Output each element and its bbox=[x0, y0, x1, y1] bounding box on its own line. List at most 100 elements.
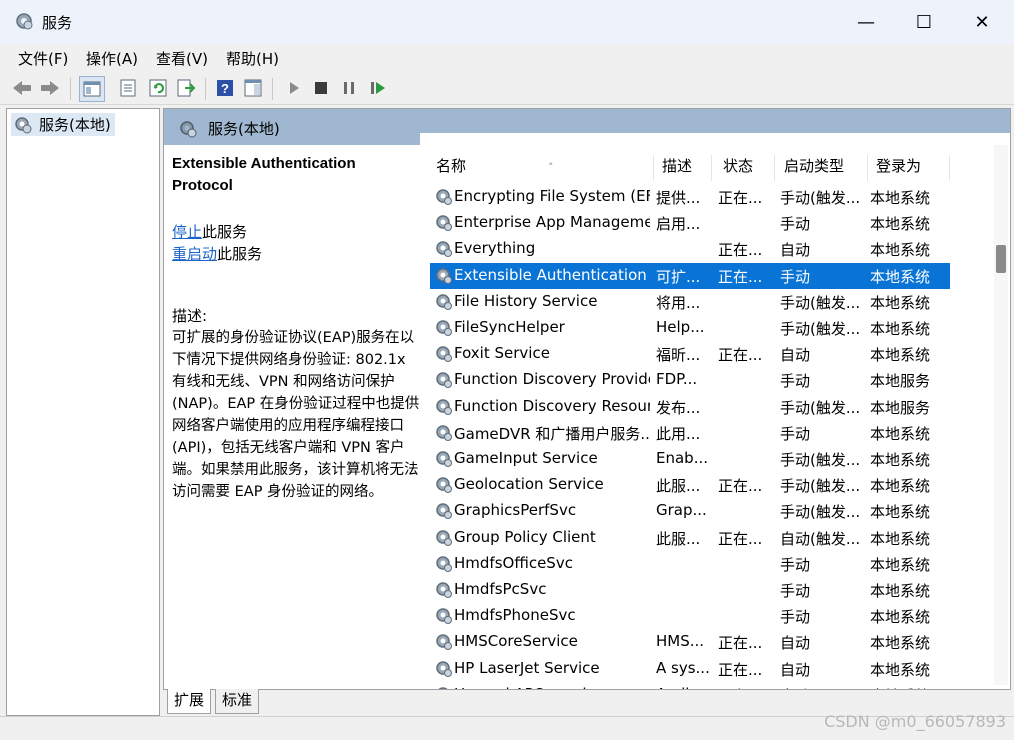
services-rows: Encrypting File System (EFS) 提供... 正在... 手动… bbox=[420, 184, 950, 689]
show-hide-console-tree-icon[interactable] bbox=[79, 76, 105, 102]
service-row[interactable]: Geolocation Service 此服... 正在... 手动(触发... 本地系… bbox=[430, 472, 950, 498]
service-gear-icon bbox=[436, 556, 452, 572]
service-row[interactable]: Encrypting File System (EFS) 提供... 正在... 手动… bbox=[430, 184, 950, 210]
tab-standard[interactable]: 标准 bbox=[215, 689, 260, 714]
service-status-cell: 正在... bbox=[718, 660, 763, 679]
service-row[interactable]: HmdfsPcSvc 手动 本地系统 bbox=[430, 577, 950, 603]
service-row[interactable]: HmdfsOfficeSvc 手动 本地系统 bbox=[430, 551, 950, 577]
toolbar-separator bbox=[205, 78, 206, 100]
menu-bar: 文件(F) 操作(A) 查看(V) 帮助(H) bbox=[0, 44, 1014, 72]
service-desc-cell: 福昕... bbox=[656, 346, 701, 365]
maximize-button[interactable]: ☐ bbox=[895, 0, 953, 44]
stop-service-link[interactable]: 停止 bbox=[172, 223, 202, 241]
service-row[interactable]: Everything 正在... 自动 本地系统 bbox=[430, 236, 950, 262]
menu-action[interactable]: 操作(A) bbox=[86, 48, 138, 69]
service-startup-cell: 手动 bbox=[780, 424, 811, 443]
column-header-description[interactable]: 描述 bbox=[656, 155, 712, 181]
service-logon-cell: 本地系统 bbox=[870, 634, 931, 653]
tab-extended[interactable]: 扩展 bbox=[167, 689, 212, 714]
service-startup-cell: 手动(触发... bbox=[780, 398, 861, 417]
service-logon-cell: 本地系统 bbox=[870, 529, 931, 548]
service-row[interactable]: Function Discovery Resour... 发布... 手动(触发..… bbox=[430, 394, 950, 420]
service-logon-cell: 本地系统 bbox=[870, 215, 931, 234]
scrollbar-thumb[interactable] bbox=[996, 245, 1006, 273]
service-row[interactable]: HP LaserJet Service A sys... 正在... 自动 本地系统 bbox=[430, 656, 950, 682]
properties-icon[interactable] bbox=[116, 76, 140, 100]
service-desc-cell: 可扩... bbox=[656, 267, 701, 286]
service-startup-cell: 手动(触发... bbox=[780, 477, 861, 496]
service-name-cell: GameDVR 和广播用户服务... bbox=[454, 424, 650, 443]
service-row[interactable]: File History Service 将用... 手动(触发... 本地系统 bbox=[430, 289, 950, 315]
service-logon-cell: 本地系统 bbox=[870, 293, 931, 312]
service-name-cell: GraphicsPerfSvc bbox=[454, 501, 577, 520]
menu-file[interactable]: 文件(F) bbox=[18, 48, 68, 69]
service-startup-cell: 自动 bbox=[780, 346, 811, 365]
service-row[interactable]: Huawei APO serviceAudi...正在...自动本地系统 bbox=[430, 682, 950, 689]
forward-arrow-icon[interactable] bbox=[38, 76, 62, 100]
help-icon[interactable]: ? bbox=[213, 76, 237, 100]
vertical-scrollbar[interactable] bbox=[994, 145, 1008, 685]
service-status-cell: 正在... bbox=[718, 189, 763, 207]
service-row[interactable]: HMSCoreService HMS... 正在... 自动 本地系统 bbox=[430, 629, 950, 655]
service-desc-cell: Enab... bbox=[656, 449, 709, 467]
stop-service-icon[interactable] bbox=[309, 76, 333, 100]
service-row[interactable]: FileSyncHelper Help... 手动(触发... 本地系统 bbox=[430, 315, 950, 341]
service-desc-cell: 此服... bbox=[656, 529, 701, 548]
service-desc-cell: 发布... bbox=[656, 398, 701, 417]
tree-item-services-local[interactable]: 服务(本地) bbox=[11, 113, 115, 136]
service-startup-cell: 手动(触发... bbox=[780, 293, 861, 312]
service-name-cell: Function Discovery Resour... bbox=[454, 396, 650, 415]
service-name-cell: HMSCoreService bbox=[454, 632, 578, 651]
restart-service-icon[interactable] bbox=[366, 76, 390, 100]
menu-view[interactable]: 查看(V) bbox=[156, 48, 208, 69]
service-logon-cell: 本地系统 bbox=[870, 555, 931, 574]
service-desc-cell: 此用... bbox=[656, 424, 701, 443]
service-gear-icon bbox=[436, 346, 452, 363]
service-row[interactable]: Group Policy Client 此服... 正在... 自动(触发... 本地系… bbox=[430, 525, 950, 551]
service-row[interactable]: Extensible Authentication ... 可扩... 正在... 手… bbox=[430, 262, 950, 289]
service-status-cell: 正在... bbox=[718, 634, 763, 653]
service-gear-icon bbox=[436, 529, 452, 546]
services-main-pane: 服务(本地) Extensible Authentication Protoco… bbox=[163, 108, 1011, 690]
service-row[interactable]: GameInput Service Enab... 手动(触发... 本地系统 bbox=[430, 446, 950, 472]
services-list: 名称 ˄ 描述 状态 启动类型 登录为 Encrypting File Syst… bbox=[420, 133, 1010, 689]
start-service-icon[interactable] bbox=[282, 76, 306, 100]
export-list-icon[interactable] bbox=[174, 76, 198, 100]
pause-service-icon[interactable] bbox=[337, 76, 361, 100]
service-gear-icon bbox=[436, 425, 452, 441]
service-row[interactable]: Function Discovery Provide... FDP... 手动 本地服… bbox=[430, 367, 950, 393]
minimize-button[interactable]: — bbox=[837, 0, 895, 44]
column-header-logon-as[interactable]: 登录为 bbox=[870, 155, 950, 181]
service-startup-cell: 自动(触发... bbox=[780, 529, 861, 548]
column-header-status[interactable]: 状态 bbox=[717, 155, 775, 181]
service-name-cell: Everything bbox=[454, 239, 536, 258]
close-button[interactable]: ✕ bbox=[953, 0, 1011, 44]
service-name-cell: Geolocation Service bbox=[454, 475, 604, 494]
service-row[interactable]: Enterprise App Manageme... 启用... 手动 本地系统 bbox=[430, 210, 950, 236]
service-gear-icon bbox=[436, 398, 452, 415]
selected-service-name: Extensible Authentication Protocol bbox=[172, 155, 356, 194]
refresh-icon[interactable] bbox=[146, 76, 170, 100]
action-pane-icon[interactable] bbox=[241, 76, 265, 100]
service-row[interactable]: Foxit Service 福昕... 正在... 自动 本地系统 bbox=[430, 341, 950, 367]
service-row[interactable]: GraphicsPerfSvc Grap... 手动(触发... 本地系统 bbox=[430, 498, 950, 524]
service-desc-cell: A sys... bbox=[656, 658, 710, 677]
back-arrow-icon[interactable] bbox=[10, 76, 34, 100]
services-gear-icon bbox=[15, 116, 32, 133]
stop-service-suffix: 此服务 bbox=[202, 223, 248, 241]
service-startup-cell: 手动 bbox=[780, 608, 811, 627]
service-name-cell: Enterprise App Manageme... bbox=[454, 213, 650, 232]
menu-help[interactable]: 帮助(H) bbox=[226, 48, 279, 69]
service-desc-cell: 此服... bbox=[656, 477, 701, 496]
service-status-cell: 正在... bbox=[718, 241, 763, 260]
service-row[interactable]: HmdfsPhoneSvc 手动 本地系统 bbox=[430, 603, 950, 629]
services-gear-icon bbox=[16, 13, 33, 30]
service-logon-cell: 本地系统 bbox=[870, 267, 931, 286]
service-logon-cell: 本地系统 bbox=[870, 320, 931, 338]
column-header-startup-type[interactable]: 启动类型 bbox=[778, 155, 868, 181]
restart-service-link[interactable]: 重启动 bbox=[172, 245, 217, 263]
column-header-name[interactable]: 名称 ˄ bbox=[430, 155, 654, 181]
watermark-text: CSDN @m0_66057893 bbox=[824, 712, 1006, 731]
title-bar: 服务 — ☐ ✕ bbox=[0, 0, 1014, 44]
service-row[interactable]: GameDVR 和广播用户服务... 此用... 手动 本地系统 bbox=[430, 420, 950, 446]
